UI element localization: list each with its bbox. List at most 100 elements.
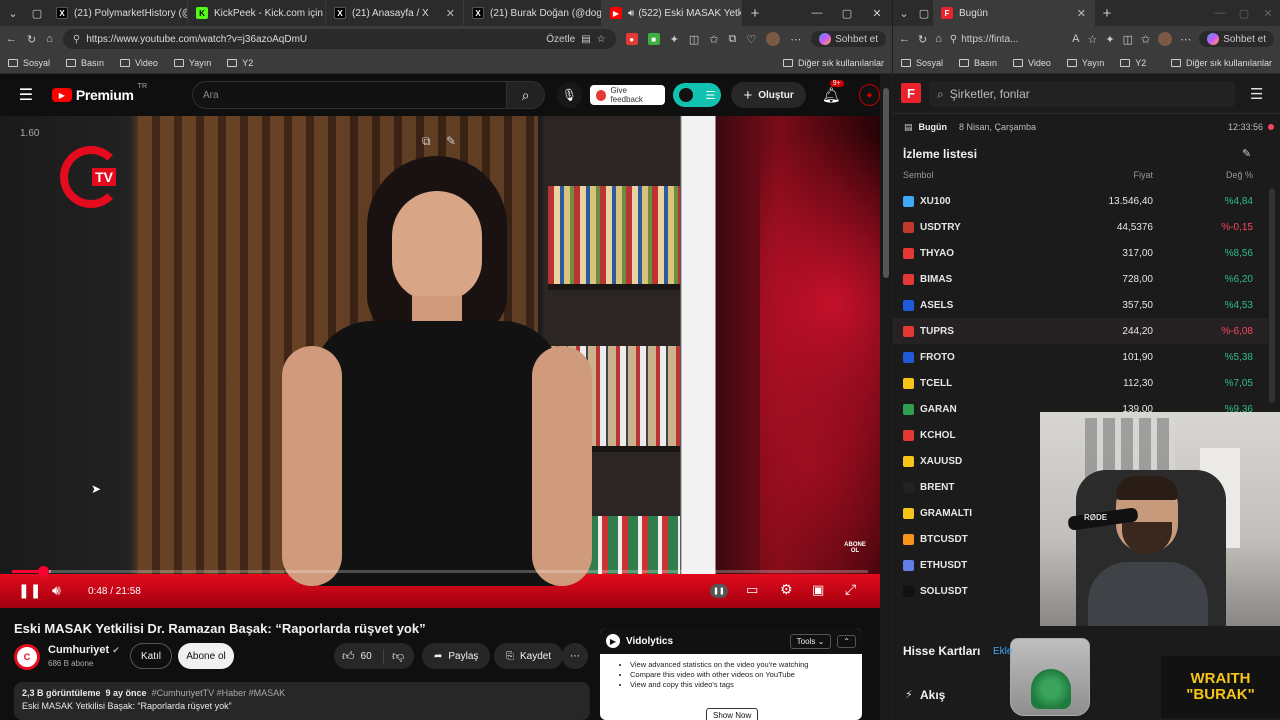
watchlist-row-tuprs[interactable]: TUPRS 244,20 %-6,08 xyxy=(893,318,1268,344)
autoplay-toggle[interactable]: ❚❚ xyxy=(710,584,728,598)
tools-dropdown[interactable]: Tools ⌄ xyxy=(789,633,832,649)
close-icon[interactable]: ✕ xyxy=(1071,7,1086,20)
hamburger-menu-icon[interactable]: ☰ xyxy=(1250,85,1263,103)
profile-avatar[interactable] xyxy=(1158,32,1173,46)
watchlist-row-bimas[interactable]: BIMAS 728,00 %6,20 xyxy=(893,266,1268,292)
youtube-logo[interactable]: ▶ Premium TR xyxy=(51,83,147,103)
edit-icon[interactable]: ✎ xyxy=(1242,147,1251,160)
watchlist-row-froto[interactable]: FROTO 101,90 %5,38 xyxy=(893,344,1268,370)
tab-finance-today[interactable]: F Bugün ✕ xyxy=(933,0,1095,26)
window-close-icon[interactable]: ✕ xyxy=(862,7,892,20)
reload-icon[interactable]: ↻ xyxy=(918,33,927,46)
show-now-button[interactable]: Show Now xyxy=(706,708,759,720)
speaker-icon[interactable]: 🔊︎ xyxy=(628,8,634,19)
close-icon[interactable]: ✕ xyxy=(440,7,455,20)
maximize-icon[interactable]: ▢ xyxy=(1232,7,1256,20)
summarize-button[interactable]: Özetle xyxy=(546,34,575,45)
bookmark-folder[interactable]: Yayın xyxy=(173,58,211,68)
watchlist-row-usdtry[interactable]: USDTRY 44,5376 %-0,15 xyxy=(893,214,1268,240)
dislike-button[interactable]: 👎︎ xyxy=(384,649,404,664)
company-search-input[interactable]: ⌕ Şirketler, fonlar xyxy=(929,81,1235,107)
profile-avatar[interactable] xyxy=(766,32,781,46)
bookmark-folder[interactable]: Video xyxy=(120,58,158,68)
mic-icon[interactable]: 🎙︎ xyxy=(556,82,582,108)
tab-actions-icon[interactable]: ⌄ xyxy=(893,7,915,20)
tab-burak-dogan[interactable]: X (21) Burak Doğan (@doganb✕ xyxy=(464,0,602,26)
search-button[interactable]: ⌕ xyxy=(506,81,545,109)
page-scrollbar[interactable] xyxy=(880,74,892,720)
watchlist-row-xu100[interactable]: XU100 13.546,40 %4,84 xyxy=(893,188,1268,214)
workspaces-icon[interactable]: ▢ xyxy=(26,7,48,20)
bookmark-folder[interactable]: Sosyal xyxy=(8,58,50,68)
tab-actions-icon[interactable]: ⌄ xyxy=(0,7,26,20)
subscribe-button[interactable]: Abone ol xyxy=(178,643,234,669)
miniplayer-icon[interactable]: ⧉ xyxy=(422,134,431,149)
watchlist-row-thyao[interactable]: THYAO 317,00 %8,56 xyxy=(893,240,1268,266)
watchlist-row-asels[interactable]: ASELS 357,50 %4,53 xyxy=(893,292,1268,318)
channel-name[interactable]: Cumhuriyet ✔ xyxy=(48,644,120,656)
finance-scrollbar[interactable] xyxy=(1269,188,1275,403)
star-icon[interactable]: ☆ xyxy=(597,34,606,45)
more-icon[interactable]: ⋯ xyxy=(1180,33,1191,46)
hashtags[interactable]: #CumhuriyetTV #Haber #MASAK xyxy=(152,688,286,698)
new-tab-icon[interactable]: + xyxy=(1095,5,1119,22)
bookmark-folder[interactable]: Basın xyxy=(959,58,997,68)
translate-icon[interactable]: A xyxy=(1072,33,1079,45)
fullscreen-icon[interactable]: ⤢ xyxy=(845,581,856,598)
home-icon[interactable]: ⌂ xyxy=(935,33,942,45)
copilot-chat-button[interactable]: Sohbet et xyxy=(1199,31,1274,47)
workspaces-icon[interactable]: ▢ xyxy=(915,7,933,20)
give-feedback-button[interactable]: Give feedback xyxy=(589,85,666,105)
tab-youtube-active[interactable]: ▶ 🔊︎ (522) Eski MASAK Yetkili✕ xyxy=(602,0,742,26)
reload-icon[interactable]: ↻ xyxy=(27,33,36,46)
account-avatar[interactable]: ◆ xyxy=(858,84,881,106)
extension-red-icon[interactable]: ● xyxy=(625,33,638,45)
video-player[interactable]: 1.60 TV ⧉ ✎ ABONE OL ❚❚ 🔊︎ 0:48 / 21:58 … xyxy=(0,116,880,608)
volume-button[interactable]: 🔊︎ xyxy=(52,582,61,599)
watchlist-row-tcell[interactable]: TCELL 112,30 %7,05 xyxy=(893,370,1268,396)
bookmark-folder[interactable]: Y2 xyxy=(227,58,253,68)
new-tab-icon[interactable]: + xyxy=(742,5,768,22)
url-field[interactable]: ⚲ https://finta... xyxy=(950,34,1064,45)
extension-toggle-button[interactable]: ☰ xyxy=(673,83,722,107)
minimize-icon[interactable]: — xyxy=(802,7,832,19)
favorites-icon[interactable]: ✩ xyxy=(709,33,718,46)
reader-icon[interactable]: ▤ xyxy=(581,34,590,45)
extension-green-icon[interactable]: ■ xyxy=(647,33,660,45)
collapse-icon[interactable]: ⌃ xyxy=(837,634,856,648)
subtitles-icon[interactable]: ▭ xyxy=(746,582,758,598)
more-icon[interactable]: ⋯ xyxy=(790,33,801,46)
tab-kickpeek[interactable]: K KickPeek - Kick.com için Gen✕ xyxy=(188,0,326,26)
favorites-icon[interactable]: ✩ xyxy=(1141,33,1150,46)
star-icon[interactable]: ☆ xyxy=(1087,33,1097,46)
channel-avatar[interactable]: C xyxy=(14,644,40,670)
bookmark-folder[interactable]: Y2 xyxy=(1120,58,1146,68)
search-box[interactable]: Ara xyxy=(192,81,507,109)
bookmark-folder[interactable]: Yayın xyxy=(1066,58,1104,68)
window-close-icon[interactable]: ✕ xyxy=(1256,7,1280,20)
menu-icon[interactable]: ☰ xyxy=(0,85,52,105)
extension-puzzle-icon[interactable]: ✦ xyxy=(1105,33,1114,46)
back-icon[interactable]: ← xyxy=(6,33,17,45)
bookmark-folder[interactable]: Basın xyxy=(66,58,104,68)
create-button[interactable]: + Oluştur xyxy=(731,82,806,108)
add-card-link[interactable]: Ekle xyxy=(993,646,1012,657)
home-icon[interactable]: ⌂ xyxy=(46,33,53,45)
split-view-icon[interactable]: ◫ xyxy=(689,33,699,46)
like-button[interactable]: 👍︎ 60 xyxy=(334,648,384,664)
url-field[interactable]: ⚲ https://www.youtube.com/watch?v=j36azo… xyxy=(62,29,616,49)
more-actions-button[interactable]: ⋯ xyxy=(562,643,588,669)
scrollbar-thumb[interactable] xyxy=(883,88,889,278)
pause-button[interactable]: ❚❚ xyxy=(18,582,41,599)
other-bookmarks[interactable]: Diğer sık kullanılanlar xyxy=(1170,58,1272,68)
share-button[interactable]: ➦ Paylaş xyxy=(422,643,491,669)
collections-icon[interactable]: ⧉ xyxy=(728,33,736,46)
theater-mode-icon[interactable]: ▣ xyxy=(812,582,824,598)
settings-icon[interactable]: ⚙ xyxy=(780,581,793,598)
notifications-button[interactable]: 🔔︎ 9+ xyxy=(822,80,844,104)
join-button[interactable]: Katıl xyxy=(130,643,172,669)
scrubber-handle[interactable] xyxy=(37,566,49,577)
extension-puzzle-icon[interactable]: ✦ xyxy=(670,33,679,46)
finance-logo[interactable]: F xyxy=(901,83,921,103)
heart-icon[interactable]: ♡ xyxy=(746,33,756,46)
